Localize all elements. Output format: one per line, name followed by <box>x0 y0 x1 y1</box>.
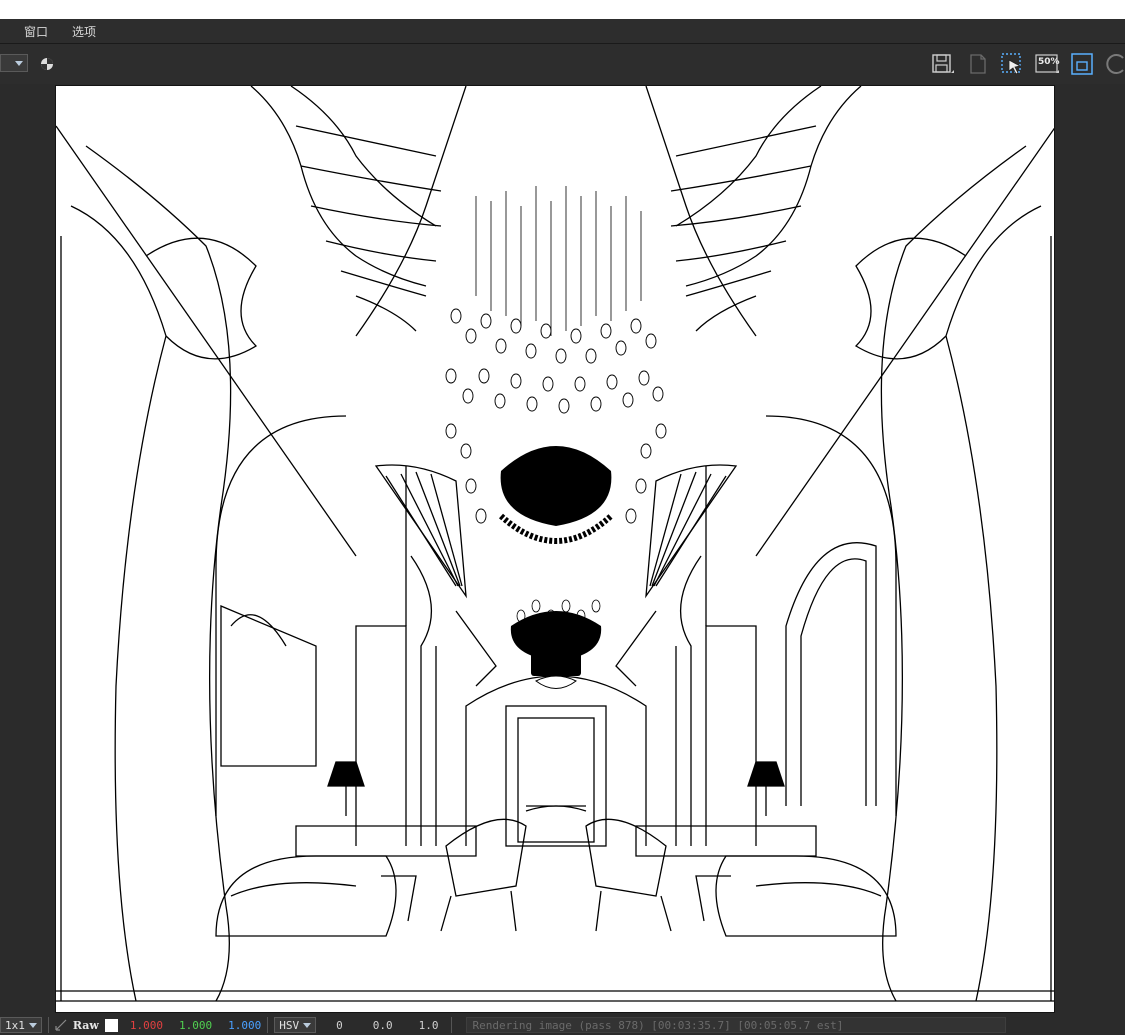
save-icon[interactable] <box>930 52 954 76</box>
menu-bar: 窗口 选项 <box>0 19 1125 44</box>
display-mode[interactable]: Raw <box>73 1019 99 1032</box>
region-render-icon[interactable] <box>1000 52 1024 76</box>
channel-dropdown[interactable] <box>0 54 28 72</box>
menu-options[interactable]: 选项 <box>72 23 96 40</box>
separator <box>450 1017 452 1033</box>
separator <box>267 1017 269 1033</box>
render-status-message: Rendering image (pass 878) [00:03:35.7] … <box>465 1017 1006 1033</box>
history-icon[interactable] <box>1105 52 1125 76</box>
zoom-dropdown[interactable]: 1x1 <box>0 1017 42 1033</box>
color-correction-icon[interactable] <box>40 57 54 71</box>
hue-value: 0 <box>336 1018 343 1032</box>
green-value: 1.000 <box>179 1018 213 1032</box>
clear-image-icon[interactable] <box>966 52 990 76</box>
saturation-value: 0.0 <box>372 1018 393 1032</box>
frame-icon[interactable] <box>1070 52 1094 76</box>
color-swatch <box>104 1018 118 1032</box>
colorspace-value: HSV <box>279 1018 300 1032</box>
render-viewport[interactable] <box>55 85 1055 1013</box>
zoom-50-button[interactable]: 50% <box>1035 52 1060 76</box>
colorspace-dropdown[interactable]: HSV <box>274 1017 317 1033</box>
blue-value: 1.000 <box>228 1018 262 1032</box>
chevron-down-icon <box>15 61 23 66</box>
status-bar: 1x1 Raw 1.000 1.000 1.000 HSV 0 0.0 1.0 … <box>0 1015 1125 1035</box>
pick-color-icon[interactable] <box>55 1019 67 1031</box>
chevron-down-icon <box>303 1022 312 1028</box>
menu-window[interactable]: 窗口 <box>24 23 48 40</box>
toolbar: 50% <box>0 44 1125 84</box>
value-value: 1.0 <box>418 1018 439 1032</box>
render-image <box>56 86 1054 1002</box>
red-value: 1.000 <box>129 1018 163 1032</box>
zoom-50-label: 50% <box>1038 57 1060 67</box>
zoom-value: 1x1 <box>5 1018 25 1032</box>
separator <box>47 1017 49 1033</box>
top-strip <box>0 0 1125 19</box>
chevron-down-icon <box>28 1022 37 1028</box>
